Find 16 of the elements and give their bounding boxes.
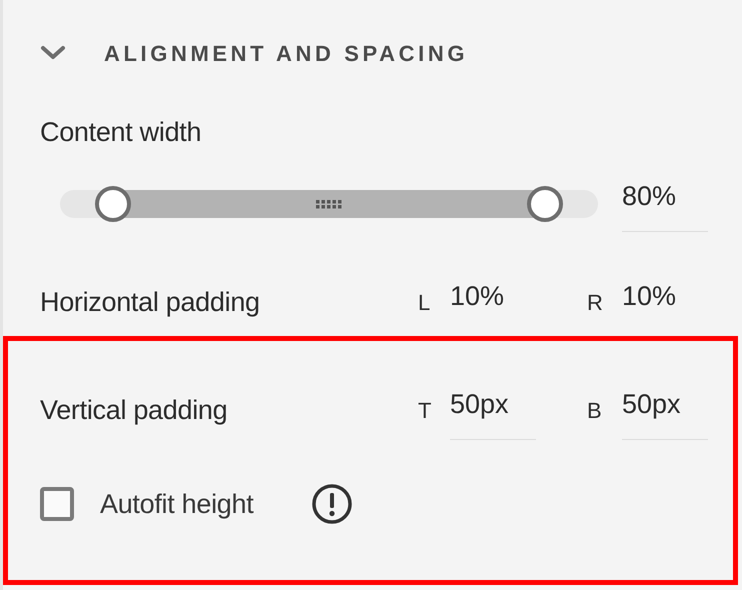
field-label: Vertical padding [40, 394, 228, 427]
value-field: 10% [622, 276, 708, 332]
alert-icon[interactable] [311, 483, 354, 525]
field-label: Horizontal padding [40, 286, 261, 319]
field-prefix: T [418, 397, 432, 425]
checkbox-label: Autofit height [100, 488, 254, 521]
checkbox[interactable] [40, 487, 74, 521]
field-prefix: B [587, 397, 603, 425]
value-field: 10% [450, 276, 536, 332]
field-prefix: L [418, 289, 432, 317]
field-prefix: R [587, 289, 604, 317]
value-field[interactable]: 50px [450, 384, 536, 440]
field-label: Content width [40, 116, 202, 149]
section-title: ALIGNMENT AND SPACING [104, 40, 468, 68]
value-field[interactable]: 50px [622, 384, 708, 440]
value-field[interactable]: 80% [622, 176, 708, 232]
